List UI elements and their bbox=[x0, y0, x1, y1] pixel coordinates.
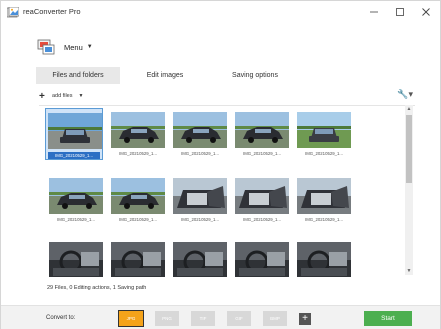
gallery-thumbnail[interactable] bbox=[233, 242, 291, 277]
tab-saving-options[interactable]: Saving options bbox=[210, 67, 300, 84]
thumbnail-image bbox=[49, 242, 103, 277]
app-window: reaConverter Pro Menu ▼ Files and folder… bbox=[0, 0, 441, 329]
thumbnail-caption: IMG_20210529_1... bbox=[57, 217, 95, 222]
scrollbar-thumb[interactable] bbox=[406, 115, 412, 183]
close-icon bbox=[422, 8, 430, 16]
chevron-down-icon[interactable]: ▼ bbox=[79, 93, 84, 99]
photo-preview bbox=[173, 112, 227, 148]
gallery-thumbnail[interactable]: IMG_20210529_1... bbox=[171, 178, 229, 222]
photo-preview bbox=[173, 178, 227, 214]
photo-preview bbox=[297, 242, 351, 277]
gallery-thumbnail[interactable]: IMG_20210529_1... bbox=[109, 112, 167, 156]
gallery-thumbnail[interactable] bbox=[295, 242, 353, 277]
plus-icon[interactable]: + bbox=[39, 91, 49, 102]
title-bar[interactable]: reaConverter Pro bbox=[1, 1, 440, 25]
thumbnail-caption: IMG_20210529_1... bbox=[243, 217, 281, 222]
thumbnail-caption: IMG_20210529_1... bbox=[181, 151, 219, 156]
thumbnail-image bbox=[235, 112, 289, 148]
wrench-icon[interactable]: 🔧▾ bbox=[397, 89, 413, 100]
menu-icon bbox=[37, 39, 55, 55]
maximize-button[interactable] bbox=[387, 1, 413, 23]
start-button[interactable]: Start bbox=[364, 311, 412, 326]
photo-preview bbox=[111, 178, 165, 214]
thumbnail-caption: IMG_20210529_1... bbox=[48, 152, 100, 159]
thumbnail-image bbox=[235, 242, 289, 277]
thumbnail-caption: IMG_20210529_1... bbox=[181, 217, 219, 222]
thumbnail-image bbox=[173, 242, 227, 277]
window-title: reaConverter Pro bbox=[23, 7, 81, 16]
gallery-thumbnail[interactable] bbox=[109, 242, 167, 277]
photo-preview bbox=[173, 242, 227, 277]
menu-label: Menu bbox=[64, 42, 83, 52]
convert-bar: Convert to: JPG PNG TIF GIF BMP + Start bbox=[1, 305, 440, 329]
gallery-scrollbar[interactable]: ▲ ▼ bbox=[405, 105, 413, 275]
app-logo-icon bbox=[7, 7, 19, 18]
photo-preview bbox=[48, 113, 102, 149]
thumbnail-caption: IMG_20210529_1... bbox=[119, 151, 157, 156]
photo-preview bbox=[49, 242, 103, 277]
tab-edit-images[interactable]: Edit images bbox=[120, 67, 210, 84]
thumbnail-image bbox=[111, 178, 165, 214]
gallery-thumbnail[interactable]: IMG_20210529_1... bbox=[47, 178, 105, 222]
thumbnail-caption: IMG_20210529_1... bbox=[305, 151, 343, 156]
photo-preview bbox=[235, 112, 289, 148]
thumbnail-image bbox=[111, 112, 165, 148]
thumbnail-image bbox=[235, 178, 289, 214]
format-button-bmp[interactable]: BMP bbox=[263, 311, 287, 326]
thumbnail-image bbox=[173, 178, 227, 214]
status-text: 29 Files, 0 Editing actions, 1 Saving pa… bbox=[47, 285, 147, 291]
close-button[interactable] bbox=[413, 1, 439, 23]
gallery-thumbnail[interactable]: IMG_20210529_1... bbox=[109, 178, 167, 222]
thumbnail-caption: IMG_20210529_1... bbox=[243, 151, 281, 156]
gallery-thumbnail[interactable]: IMG_20210529_1... bbox=[295, 178, 353, 222]
photo-preview bbox=[235, 178, 289, 214]
gallery-thumbnail[interactable] bbox=[47, 242, 105, 277]
scroll-up-icon[interactable]: ▲ bbox=[405, 105, 413, 113]
chevron-down-icon: ▼ bbox=[86, 44, 93, 50]
photo-preview bbox=[297, 112, 351, 148]
convert-to-label: Convert to: bbox=[46, 315, 76, 321]
thumbnail-image bbox=[111, 242, 165, 277]
gallery-thumbnail[interactable]: IMG_20210529_1... bbox=[295, 112, 353, 156]
thumbnail-caption: IMG_20210529_1... bbox=[119, 217, 157, 222]
maximize-icon bbox=[396, 8, 404, 16]
gallery-thumbnail[interactable] bbox=[171, 242, 229, 277]
thumbnail-caption: IMG_20210529_1... bbox=[305, 217, 343, 222]
format-button-tif[interactable]: TIF bbox=[191, 311, 215, 326]
thumbnail-image bbox=[297, 112, 351, 148]
photo-preview bbox=[297, 178, 351, 214]
minimize-button[interactable] bbox=[361, 1, 387, 23]
add-files-button[interactable]: add files bbox=[52, 93, 73, 99]
thumbnail-image bbox=[48, 113, 102, 149]
gallery-thumbnail[interactable]: IMG_20210529_1... bbox=[45, 108, 103, 160]
format-button-png[interactable]: PNG bbox=[155, 311, 179, 326]
gallery-thumbnail[interactable]: IMG_20210529_1... bbox=[171, 112, 229, 156]
photo-preview bbox=[49, 178, 103, 214]
thumbnail-image bbox=[297, 178, 351, 214]
scroll-down-icon[interactable]: ▼ bbox=[405, 267, 413, 275]
main-tabs: Files and folders Edit images Saving opt… bbox=[36, 67, 300, 84]
gallery-thumbnail[interactable]: IMG_20210529_1... bbox=[233, 178, 291, 222]
format-button-gif[interactable]: GIF bbox=[227, 311, 251, 326]
format-button-jpg[interactable]: JPG bbox=[118, 310, 144, 327]
main-menu[interactable]: Menu ▼ bbox=[37, 37, 93, 57]
minimize-icon bbox=[370, 11, 378, 13]
photo-preview bbox=[111, 242, 165, 277]
tab-files-and-folders[interactable]: Files and folders bbox=[36, 67, 120, 84]
thumbnail-image bbox=[173, 112, 227, 148]
files-toolbar: + add files ▼ 🔧▾ bbox=[39, 89, 415, 103]
photo-preview bbox=[235, 242, 289, 277]
thumbnail-image bbox=[297, 242, 351, 277]
add-format-button[interactable]: + bbox=[299, 313, 311, 325]
photo-preview bbox=[111, 112, 165, 148]
thumbnail-image bbox=[49, 178, 103, 214]
gallery-thumbnail[interactable]: IMG_20210529_1... bbox=[233, 112, 291, 156]
image-gallery: IMG_20210529_1... IMG_20210529_1... IMG_20… bbox=[39, 105, 415, 277]
